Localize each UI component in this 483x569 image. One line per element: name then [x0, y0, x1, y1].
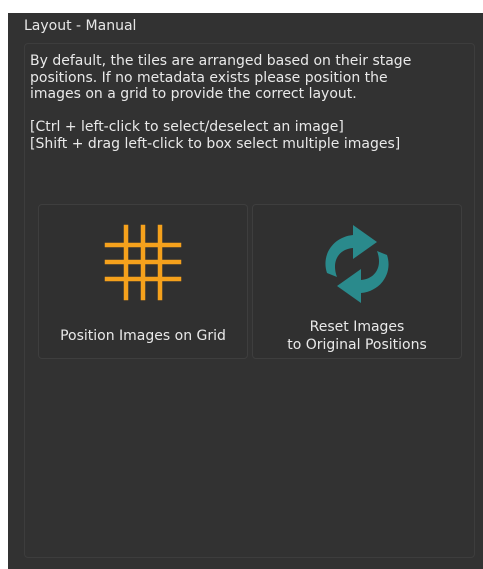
- reset-images-label: Reset Images to Original Positions: [287, 319, 427, 353]
- instruction-line: [Shift + drag left-click to box select m…: [30, 135, 401, 152]
- instruction-line: images on a grid to provide the correct …: [30, 86, 357, 102]
- reset-arrows-icon: [325, 225, 389, 303]
- position-images-on-grid-label: Position Images on Grid: [60, 328, 226, 344]
- instructions-text: By default, the tiles are arranged based…: [30, 53, 470, 152]
- layout-manual-panel: Layout - Manual By default, the tiles ar…: [8, 13, 483, 569]
- panel-title: Layout - Manual: [24, 18, 137, 34]
- position-images-on-grid-button[interactable]: Position Images on Grid: [38, 204, 248, 359]
- instruction-line: [Ctrl + left-click to select/deselect an…: [30, 119, 344, 135]
- reset-images-button[interactable]: Reset Images to Original Positions: [252, 204, 462, 359]
- instruction-line: positions. If no metadata exists please …: [30, 69, 388, 86]
- instruction-line: By default, the tiles are arranged based…: [30, 53, 412, 69]
- grid-icon: [104, 224, 182, 301]
